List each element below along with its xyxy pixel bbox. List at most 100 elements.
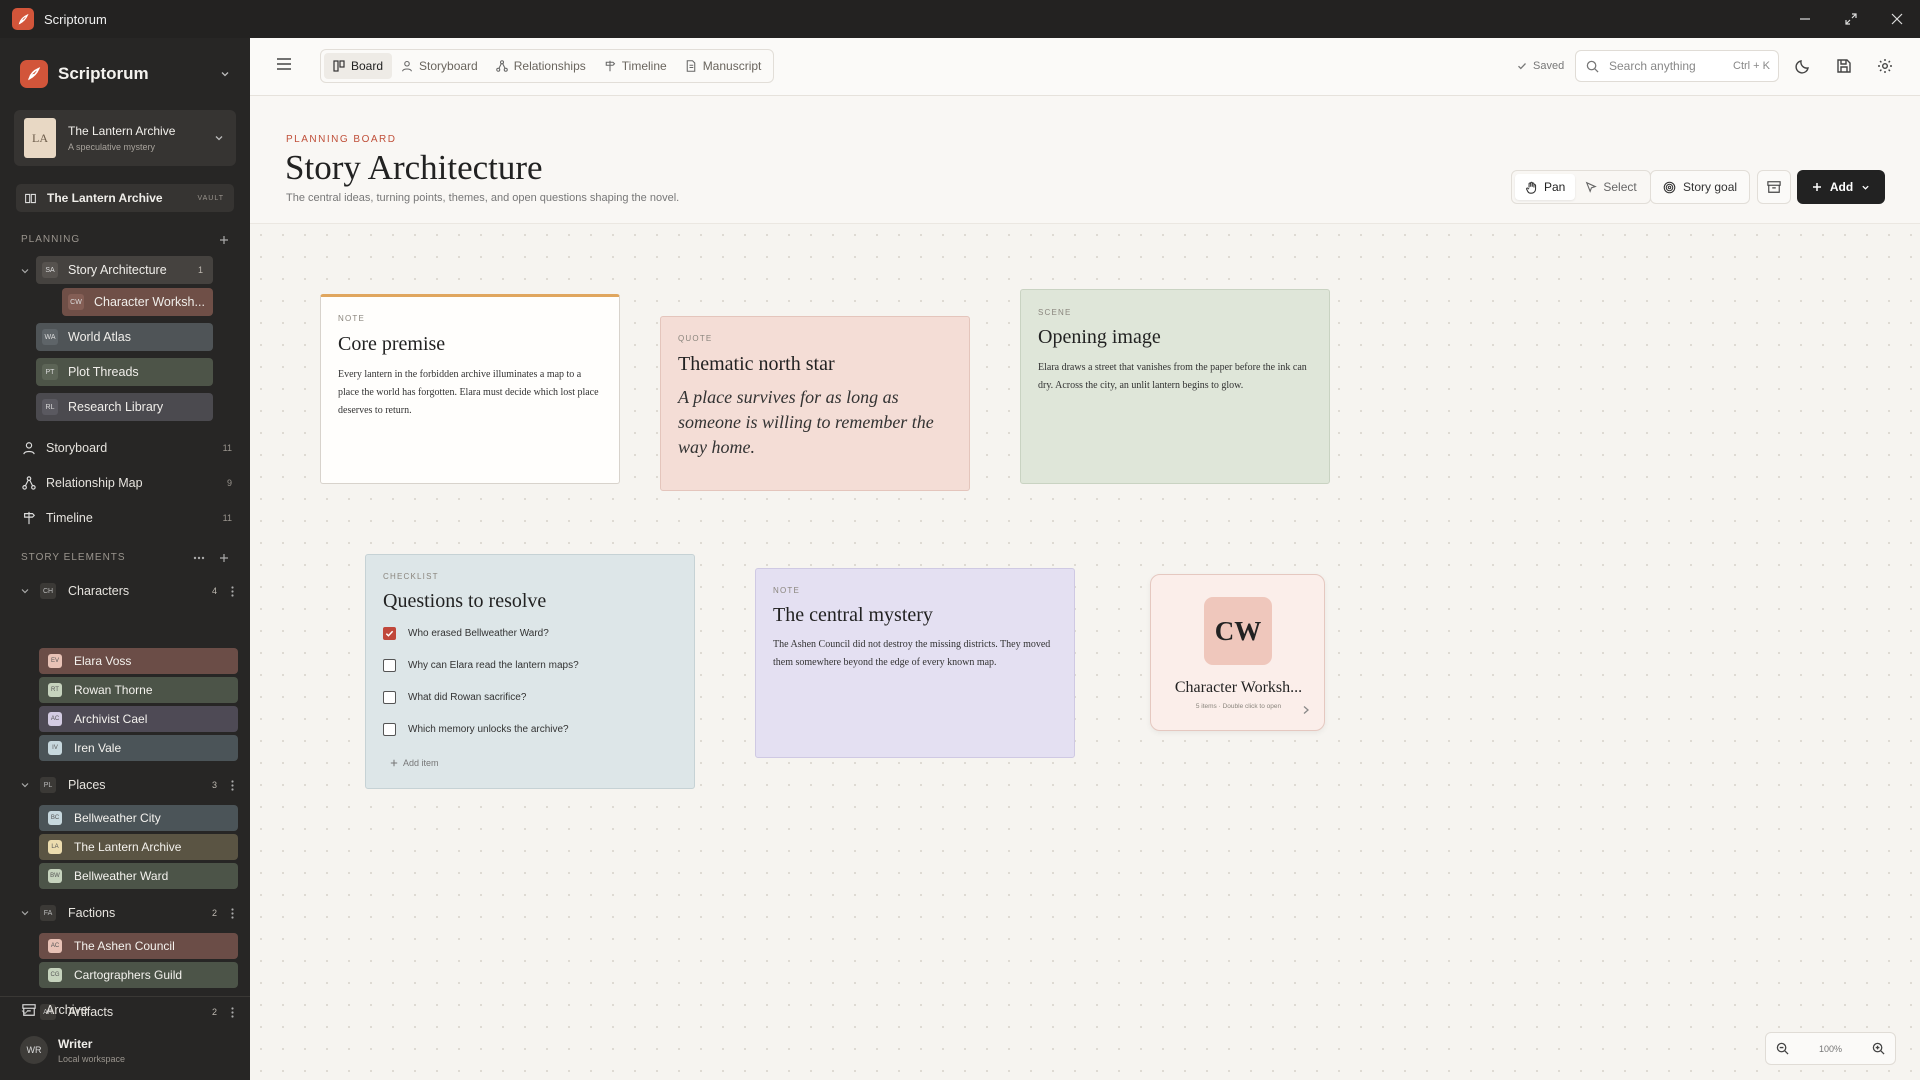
caret-down-icon[interactable] (20, 266, 30, 276)
cursor-icon (1586, 181, 1598, 193)
sidebar-item-vault[interactable]: The Lantern Archive VAULT (16, 184, 234, 212)
checklist-item[interactable]: What did Rowan sacrifice? (383, 691, 526, 704)
chevron-right-icon (1303, 706, 1309, 714)
more-icon[interactable] (193, 556, 205, 560)
add-checklist-item-button[interactable]: Add item (390, 758, 439, 768)
project-thumbnail: LA (24, 118, 56, 158)
chevron-down-icon (221, 72, 229, 77)
card-central-mystery[interactable]: NOTE The central mystery The Ashen Counc… (755, 568, 1075, 758)
save-button[interactable] (1836, 58, 1852, 74)
user-profile[interactable]: WR Writer Local workspace (20, 1036, 125, 1064)
maximize-button[interactable] (1828, 0, 1874, 38)
hand-icon (1526, 181, 1537, 194)
theme-toggle-button[interactable] (1795, 58, 1811, 74)
search-shortcut: Ctrl + K (1733, 60, 1770, 72)
close-icon (1891, 13, 1903, 25)
element-archivist-cael[interactable]: AC Archivist Cael (39, 706, 238, 732)
archive-button[interactable] (1757, 170, 1791, 204)
sidebar-item-archive[interactable]: Archive (22, 998, 232, 1022)
tab-storyboard[interactable]: Storyboard (392, 53, 487, 79)
page-header: PLANNING BOARD Story Architecture The ce… (250, 96, 1920, 224)
sidebar-item-relationship-map[interactable]: Relationship Map 9 (22, 471, 232, 495)
document-icon (686, 60, 695, 72)
vault-label: The Lantern Archive (47, 191, 163, 205)
settings-button[interactable] (1877, 58, 1893, 74)
kebab-menu-icon[interactable] (231, 779, 234, 791)
zoom-out-icon[interactable] (1776, 1042, 1789, 1055)
save-status: Saved (1517, 60, 1564, 72)
plus-icon (390, 759, 398, 767)
hamburger-menu-icon (277, 58, 291, 70)
sidebar-item-world-atlas[interactable]: WA World Atlas (36, 323, 213, 351)
group-characters[interactable]: CH Characters 4 (20, 580, 234, 602)
avatar: WR (20, 1036, 48, 1064)
minimize-button[interactable] (1782, 0, 1828, 38)
sidebar-item-timeline[interactable]: Timeline 11 (22, 506, 232, 530)
pan-mode-button[interactable]: Pan (1515, 174, 1576, 200)
checkbox[interactable] (383, 723, 396, 736)
card-core-premise[interactable]: NOTE Core premise Every lantern in the f… (320, 294, 620, 484)
person-icon (23, 442, 35, 455)
story-elements-section-heading: STORY ELEMENTS (21, 552, 229, 563)
checkbox[interactable] (383, 659, 396, 672)
expand-icon (1845, 13, 1857, 25)
select-mode-button[interactable]: Select (1575, 174, 1646, 200)
checkbox[interactable] (383, 691, 396, 704)
gear-icon (1878, 59, 1892, 73)
kebab-menu-icon[interactable] (231, 585, 234, 597)
element-cartographers-guild[interactable]: CG Cartographers Guild (39, 962, 238, 988)
signpost-icon (605, 60, 616, 72)
add-board-icon[interactable] (219, 235, 229, 245)
add-element-icon[interactable] (219, 553, 229, 563)
kebab-menu-icon[interactable] (231, 907, 234, 919)
zoom-in-icon[interactable] (1872, 1042, 1885, 1055)
search-input[interactable]: Search anything Ctrl + K (1575, 50, 1779, 82)
card-thematic-north-star[interactable]: QUOTE Thematic north star A place surviv… (660, 316, 970, 491)
board-link-title: Character Worksh... (1174, 679, 1303, 696)
board-badge: CW (1204, 597, 1272, 665)
project-subtitle: A speculative mystery (68, 142, 156, 152)
toggle-sidebar-button[interactable] (276, 57, 292, 71)
sidebar-brand[interactable]: Scriptorum (20, 60, 230, 88)
element-bellweather-city[interactable]: BC Bellweather City (39, 805, 238, 831)
board-canvas[interactable]: NOTE Core premise Every lantern in the f… (250, 224, 1920, 1080)
user-workspace: Local workspace (58, 1053, 126, 1064)
card-questions-checklist[interactable]: CHECKLIST Questions to resolve Who erase… (365, 554, 695, 789)
network-icon (22, 476, 36, 490)
project-switcher[interactable]: LA The Lantern Archive A speculative mys… (14, 110, 236, 166)
save-icon (1837, 59, 1851, 73)
sidebar-item-story-architecture[interactable]: SA Story Architecture 1 (36, 256, 213, 284)
group-factions[interactable]: FA Factions 2 (20, 902, 234, 924)
board-link-meta: 5 items · Double click to open (1195, 703, 1282, 710)
tab-relationships[interactable]: Relationships (487, 53, 595, 79)
sidebar-item-storyboard[interactable]: Storyboard 11 (22, 436, 232, 460)
minimize-icon (1800, 18, 1810, 20)
element-ashen-council[interactable]: AC The Ashen Council (39, 933, 238, 959)
card-opening-image[interactable]: SCENE Opening image Elara draws a street… (1020, 289, 1330, 484)
archive-icon (22, 1004, 36, 1016)
add-button[interactable]: Add (1797, 170, 1885, 204)
brand-name: Scriptorum (58, 64, 149, 83)
tab-board[interactable]: Board (324, 53, 393, 79)
board-link-character-workshop[interactable]: CW Character Worksh... 5 items · Double … (1150, 574, 1325, 731)
story-goal-button[interactable]: Story goal (1650, 170, 1751, 204)
element-rowan-thorne[interactable]: RT Rowan Thorne (39, 677, 238, 703)
checkbox-checked[interactable] (383, 627, 396, 640)
element-iren-vale[interactable]: IV Iren Vale (39, 735, 238, 761)
sidebar-item-plot-threads[interactable]: PT Plot Threads (36, 358, 213, 386)
element-elara-voss[interactable]: EV Elara Voss (39, 648, 238, 674)
checklist-item[interactable]: Why can Elara read the lantern maps? (383, 659, 579, 672)
check-icon (385, 630, 394, 637)
element-bellweather-ward[interactable]: BW Bellweather Ward (39, 863, 238, 889)
tab-manuscript[interactable]: Manuscript (676, 53, 771, 79)
group-places[interactable]: PL Places 3 (20, 774, 234, 796)
close-window-button[interactable] (1874, 0, 1920, 38)
tab-timeline[interactable]: Timeline (595, 53, 676, 79)
checklist-item[interactable]: Who erased Bellweather Ward? (383, 627, 549, 640)
element-lantern-archive[interactable]: LA The Lantern Archive (39, 834, 238, 860)
sidebar-item-character-workshop[interactable]: CW Character Worksh... (62, 288, 213, 316)
zoom-control: 100% (1765, 1032, 1896, 1065)
sidebar-item-research-library[interactable]: RL Research Library (36, 393, 213, 421)
caret-down-icon (21, 783, 29, 788)
checklist-item[interactable]: Which memory unlocks the archive? (383, 723, 569, 736)
